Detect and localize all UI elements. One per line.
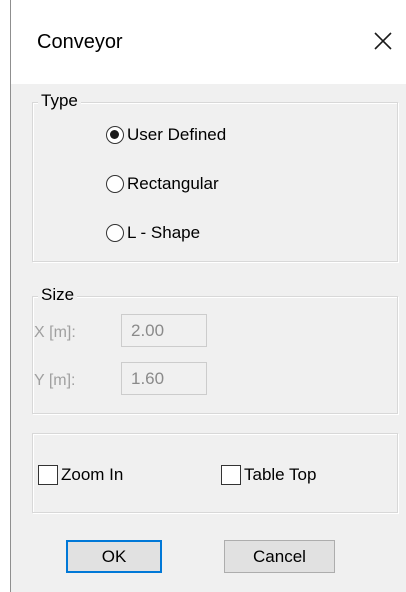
type-group-legend: Type	[38, 91, 81, 111]
x-size-field[interactable]: 2.00	[121, 314, 207, 347]
radio-rectangular[interactable]: Rectangular	[106, 171, 219, 197]
zoom-in-checkbox-box[interactable]	[38, 465, 58, 485]
radio-rectangular-indicator[interactable]	[106, 175, 124, 193]
radio-user-defined-label: User Defined	[127, 125, 227, 144]
size-group	[32, 296, 398, 414]
radio-user-defined-indicator[interactable]	[106, 126, 124, 144]
x-field-label: X [m]:	[34, 324, 76, 341]
zoom-in-label: Zoom In	[61, 465, 124, 484]
radio-l-shape[interactable]: L - Shape	[106, 220, 200, 246]
radio-rectangular-label: Rectangular	[127, 174, 219, 193]
zoom-in-checkbox[interactable]: Zoom In	[38, 462, 123, 488]
y-size-field[interactable]: 1.60	[121, 362, 207, 395]
ok-button[interactable]: OK	[66, 540, 162, 573]
close-icon	[374, 32, 392, 50]
size-group-legend: Size	[38, 285, 78, 305]
table-top-checkbox[interactable]: Table Top	[221, 462, 316, 488]
close-button[interactable]	[367, 24, 399, 58]
radio-user-defined[interactable]: User Defined	[106, 122, 226, 148]
radio-l-shape-indicator[interactable]	[106, 224, 124, 242]
y-field-label: Y [m]:	[34, 372, 76, 389]
dialog-title: Conveyor	[37, 31, 123, 53]
conveyor-dialog: Conveyor Type User Defined Rectangular L…	[10, 0, 406, 592]
radio-l-shape-label: L - Shape	[127, 223, 201, 242]
table-top-label: Table Top	[244, 465, 317, 484]
title-bar: Conveyor	[11, 0, 406, 84]
cancel-button[interactable]: Cancel	[224, 540, 335, 573]
table-top-checkbox-box[interactable]	[221, 465, 241, 485]
